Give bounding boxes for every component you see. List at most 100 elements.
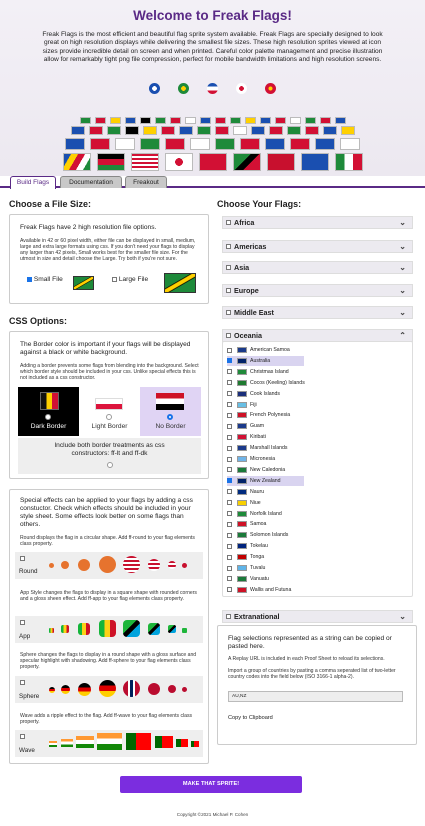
flag-icon: [237, 368, 247, 375]
country-checkbox[interactable]: [227, 511, 232, 516]
country-checkbox[interactable]: [227, 543, 232, 549]
app-checkbox[interactable]: [20, 620, 25, 625]
wave-option[interactable]: Wave: [15, 730, 203, 757]
country-checkbox[interactable]: [227, 369, 232, 375]
flag-icon: [207, 83, 218, 94]
css-options-panel: The Border color is important if your fl…: [9, 331, 209, 479]
dark-border-option[interactable]: Dark Border: [18, 387, 79, 436]
region-extranational[interactable]: Extranational ⌄: [222, 610, 413, 623]
flag-icon: [237, 554, 247, 561]
small-file-checkbox[interactable]: [27, 276, 32, 282]
country-checkbox[interactable]: [227, 380, 232, 386]
light-border-radio[interactable]: [106, 414, 112, 420]
tab-build-flags[interactable]: Build Flags: [10, 176, 56, 189]
country-name: Wallis and Futuna: [250, 586, 292, 593]
region-checkbox[interactable]: [226, 310, 231, 315]
flag-icon: [168, 625, 176, 633]
chevron-down-icon[interactable]: ⌄: [399, 307, 406, 319]
both-borders-option[interactable]: Include both border treatments as css co…: [18, 438, 201, 474]
country-checkbox[interactable]: [227, 587, 232, 593]
sphere-checkbox[interactable]: [20, 680, 25, 685]
region-asia[interactable]: Asia ⌄: [222, 261, 413, 274]
country-checkbox[interactable]: [227, 489, 232, 495]
country-codes-input[interactable]: AU,NZ: [228, 691, 403, 702]
region-checkbox[interactable]: [226, 288, 231, 293]
country-item[interactable]: New Zealand: [227, 475, 304, 486]
light-border-option[interactable]: Light Border: [79, 387, 140, 436]
flag-icon: [237, 586, 247, 593]
region-checkbox[interactable]: [226, 220, 231, 225]
flag-icon: [265, 83, 276, 94]
chevron-down-icon[interactable]: ⌄: [399, 262, 406, 274]
flag-icon: [99, 680, 116, 697]
country-checkbox[interactable]: [227, 467, 232, 473]
country-checkbox[interactable]: [227, 456, 232, 462]
flag-icon: [78, 683, 91, 696]
wave-checkbox[interactable]: [20, 734, 25, 739]
large-file-label: Large File: [118, 276, 149, 283]
country-checkbox[interactable]: [227, 347, 232, 353]
region-americas[interactable]: Americas ⌄: [222, 240, 413, 253]
region-checkbox[interactable]: [226, 244, 231, 249]
sphere-option[interactable]: Sphere: [15, 676, 203, 703]
flag-icon: [237, 423, 247, 430]
country-checkbox[interactable]: [227, 576, 232, 582]
country-checkbox[interactable]: [227, 358, 232, 364]
light-border-label: Light Border: [91, 423, 128, 430]
country-checkbox[interactable]: [227, 391, 232, 397]
flag-icon: [237, 347, 247, 353]
tab-documentation[interactable]: Documentation: [60, 176, 122, 188]
country-checkbox[interactable]: [227, 565, 232, 571]
border-lead: The Border color is important if your fl…: [20, 341, 191, 356]
flag-icon: [237, 401, 247, 408]
region-africa[interactable]: Africa ⌄: [222, 216, 413, 229]
country-checkbox[interactable]: [227, 445, 232, 451]
no-border-radio[interactable]: [167, 414, 173, 420]
jamaica-flag-small: [73, 276, 94, 290]
region-europe[interactable]: Europe ⌄: [222, 284, 413, 297]
region-label: Africa: [234, 218, 255, 227]
app-option[interactable]: App: [15, 616, 203, 643]
chevron-down-icon[interactable]: ⌄: [399, 285, 406, 297]
country-checkbox[interactable]: [227, 434, 232, 440]
flag-icon: [191, 741, 199, 747]
large-file-option[interactable]: Large File: [112, 276, 148, 283]
round-checkbox[interactable]: [20, 556, 25, 561]
no-border-option[interactable]: No Border: [140, 387, 201, 436]
country-checkbox[interactable]: [227, 532, 232, 538]
country-checkbox[interactable]: [227, 478, 232, 484]
jamaica-flag-large: [164, 273, 196, 293]
region-middle-east[interactable]: Middle East ⌄: [222, 306, 413, 319]
copyright: Copyright ©2021 Michael P. Cohen: [176, 812, 249, 817]
region-checkbox[interactable]: [226, 265, 231, 270]
country-item[interactable]: Australia: [227, 355, 304, 366]
country-checkbox[interactable]: [227, 423, 232, 429]
region-checkbox[interactable]: [226, 333, 231, 338]
both-borders-radio[interactable]: [107, 462, 113, 468]
round-label: Round: [19, 568, 38, 575]
tab-freakout[interactable]: Freakout: [125, 176, 167, 188]
country-checkbox[interactable]: [227, 554, 232, 560]
flag-row: [0, 117, 425, 124]
chevron-down-icon[interactable]: ⌄: [399, 611, 406, 623]
country-checkbox[interactable]: [227, 402, 232, 407]
round-option[interactable]: Round: [15, 552, 203, 579]
flag-icon: [61, 561, 69, 569]
copy-to-clipboard-button[interactable]: Copy to Clipboard: [228, 715, 273, 721]
country-checkbox[interactable]: [227, 412, 232, 418]
chevron-down-icon[interactable]: ⌄: [399, 241, 406, 253]
flag-icon: [61, 625, 69, 633]
make-sprite-button[interactable]: MAKE THAT SPRITE!: [120, 776, 302, 793]
file-size-lead: Freak Flags have 2 high resolution file …: [20, 224, 157, 231]
region-checkbox[interactable]: [226, 614, 231, 619]
large-file-checkbox[interactable]: [112, 276, 117, 282]
chevron-down-icon[interactable]: ⌄: [399, 217, 406, 229]
small-file-label: Small File: [33, 276, 63, 283]
country-checkbox[interactable]: [227, 521, 232, 527]
sphere-desc: Sphere changes the flags to display in a…: [20, 652, 197, 670]
small-file-option[interactable]: Small File: [27, 276, 63, 283]
flag-icon: [148, 623, 160, 635]
flag-row: [0, 138, 425, 150]
country-checkbox[interactable]: [227, 500, 232, 506]
dark-border-radio[interactable]: [45, 414, 51, 420]
